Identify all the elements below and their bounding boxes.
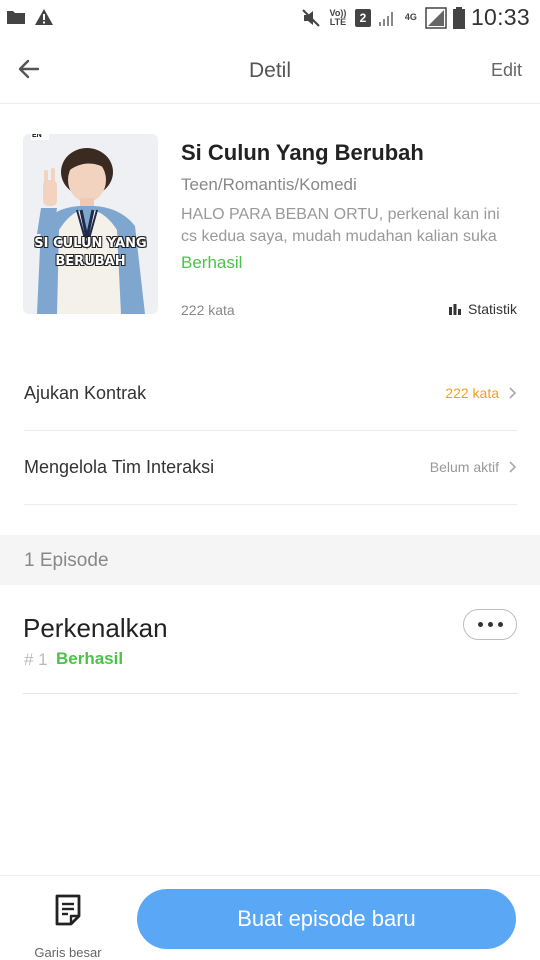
episode-title: Perkenalkan [23,613,168,643]
row-value: Belum aktif [429,459,499,475]
clock: 10:33 [470,4,530,30]
volte-indicator: Vo)) LTE [329,7,347,27]
statistics-button[interactable]: Statistik [448,301,517,317]
chevron-right-icon [509,461,517,473]
status-bar-left [6,8,54,26]
cover-illustration [23,134,158,314]
mute-icon [302,8,320,27]
book-genre: Teen/Romantis/Komedi [181,175,357,194]
bottom-action-bar: Garis besar Buat episode baru [0,875,540,960]
book-description: HALO PARA BEBAN ORTU, perkenal kan ini c… [181,206,500,245]
manage-interaction-team-row[interactable]: Mengelola Tim Interaksi Belum aktif [24,431,517,505]
signal-strength-icon [425,6,447,29]
cover-title-line2: BERUBAH [55,254,126,269]
battery-icon [452,6,465,29]
row-value: 222 kata [445,385,499,401]
warning-icon [35,9,53,25]
book-word-count: 222 kata [181,302,235,318]
episode-status: Berhasil [56,649,124,668]
app-header: Detil Edit [0,36,540,104]
sim-badge: 2 [354,8,371,27]
network-indicator: 4G [404,12,417,22]
episode-item[interactable]: Perkenalkan # 1 Berhasil [23,585,518,694]
outline-note-icon [55,894,81,926]
status-bar-right: Vo)) LTE 2 4G 10:33 [301,4,530,31]
outline-label: Garis besar [34,945,102,960]
row-value-group: 222 kata [445,385,517,401]
more-dot [497,622,503,627]
row-label: Mengelola Tim Interaksi [24,457,215,477]
edit-button[interactable]: Edit [491,60,522,81]
episodes-section-header: 1 Episode [0,535,540,585]
book-title: Si Culun Yang Berubah [181,140,424,165]
new-episode-button[interactable]: Buat episode baru [137,889,516,949]
more-options-button[interactable] [463,609,517,640]
row-label: Ajukan Kontrak [24,383,147,403]
book-cover[interactable]: EN SI CULUN YANG BERUBAH [23,134,158,314]
episode-count: 1 Episode [24,550,109,571]
folder-icon [7,11,25,24]
more-dot [487,622,493,627]
submit-contract-row[interactable]: Ajukan Kontrak 222 kata [24,357,517,431]
status-bar: Vo)) LTE 2 4G 10:33 [0,0,540,36]
more-dot [477,622,483,627]
cover-tag: EN [32,134,42,139]
bar-chart-icon [448,303,461,315]
row-value-group: Belum aktif [430,459,517,475]
cover-title-line1: SI CULUN YANG [34,236,147,251]
episode-number: # 1 [24,650,48,669]
book-status: Berhasil [181,253,243,272]
chevron-right-icon [509,387,517,399]
statistics-label: Statistik [467,301,517,317]
page-title: Detil [248,59,291,82]
signal-icon [378,11,393,26]
outline-button[interactable]: Garis besar [26,890,110,960]
